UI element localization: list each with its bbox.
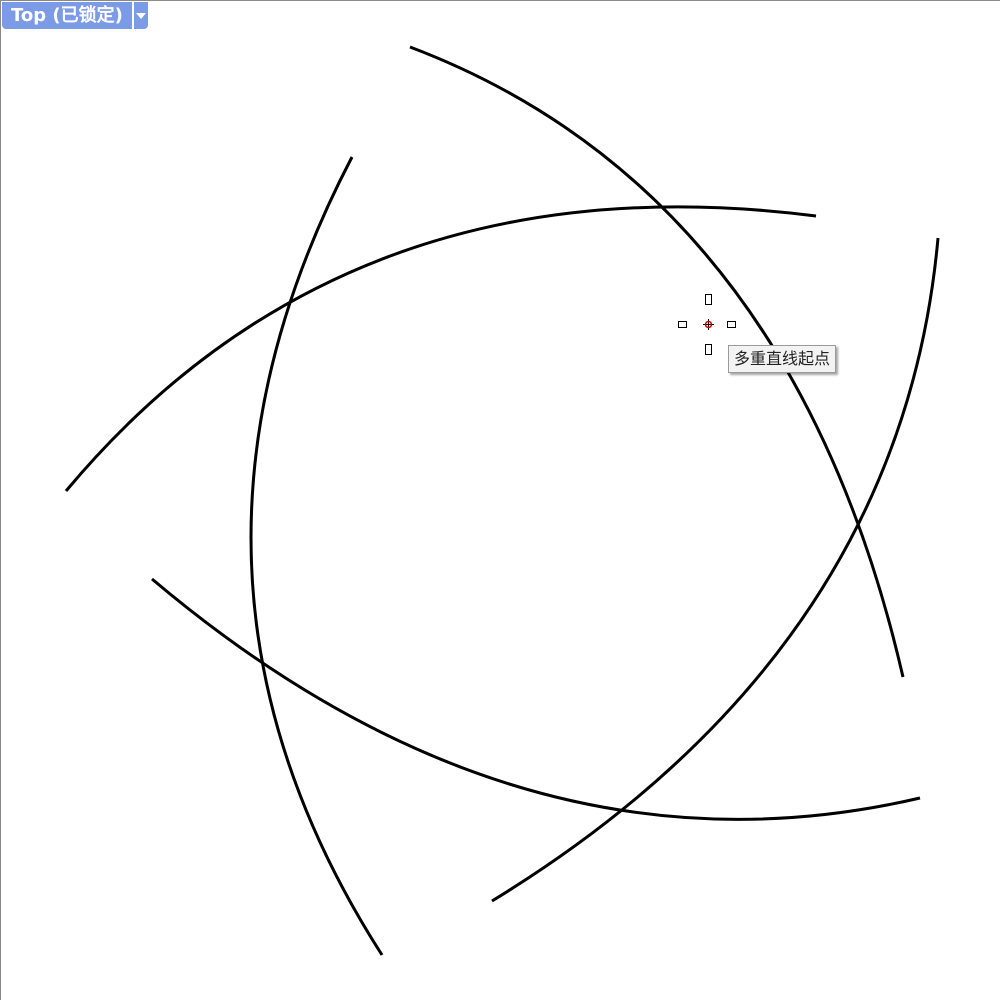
chevron-down-icon	[135, 12, 146, 19]
arc-curve-4[interactable]	[249, 156, 384, 956]
viewport-title[interactable]: Top (已锁定)	[2, 2, 132, 29]
drawing-canvas[interactable]	[1, 1, 1000, 1001]
viewport-label[interactable]: Top (已锁定)	[2, 2, 148, 29]
viewport-dropdown-button[interactable]	[133, 2, 148, 29]
command-tooltip: 多重直线起点	[728, 345, 837, 373]
top-viewport[interactable]: Top (已锁定) 多重直线起点	[0, 0, 1000, 1000]
